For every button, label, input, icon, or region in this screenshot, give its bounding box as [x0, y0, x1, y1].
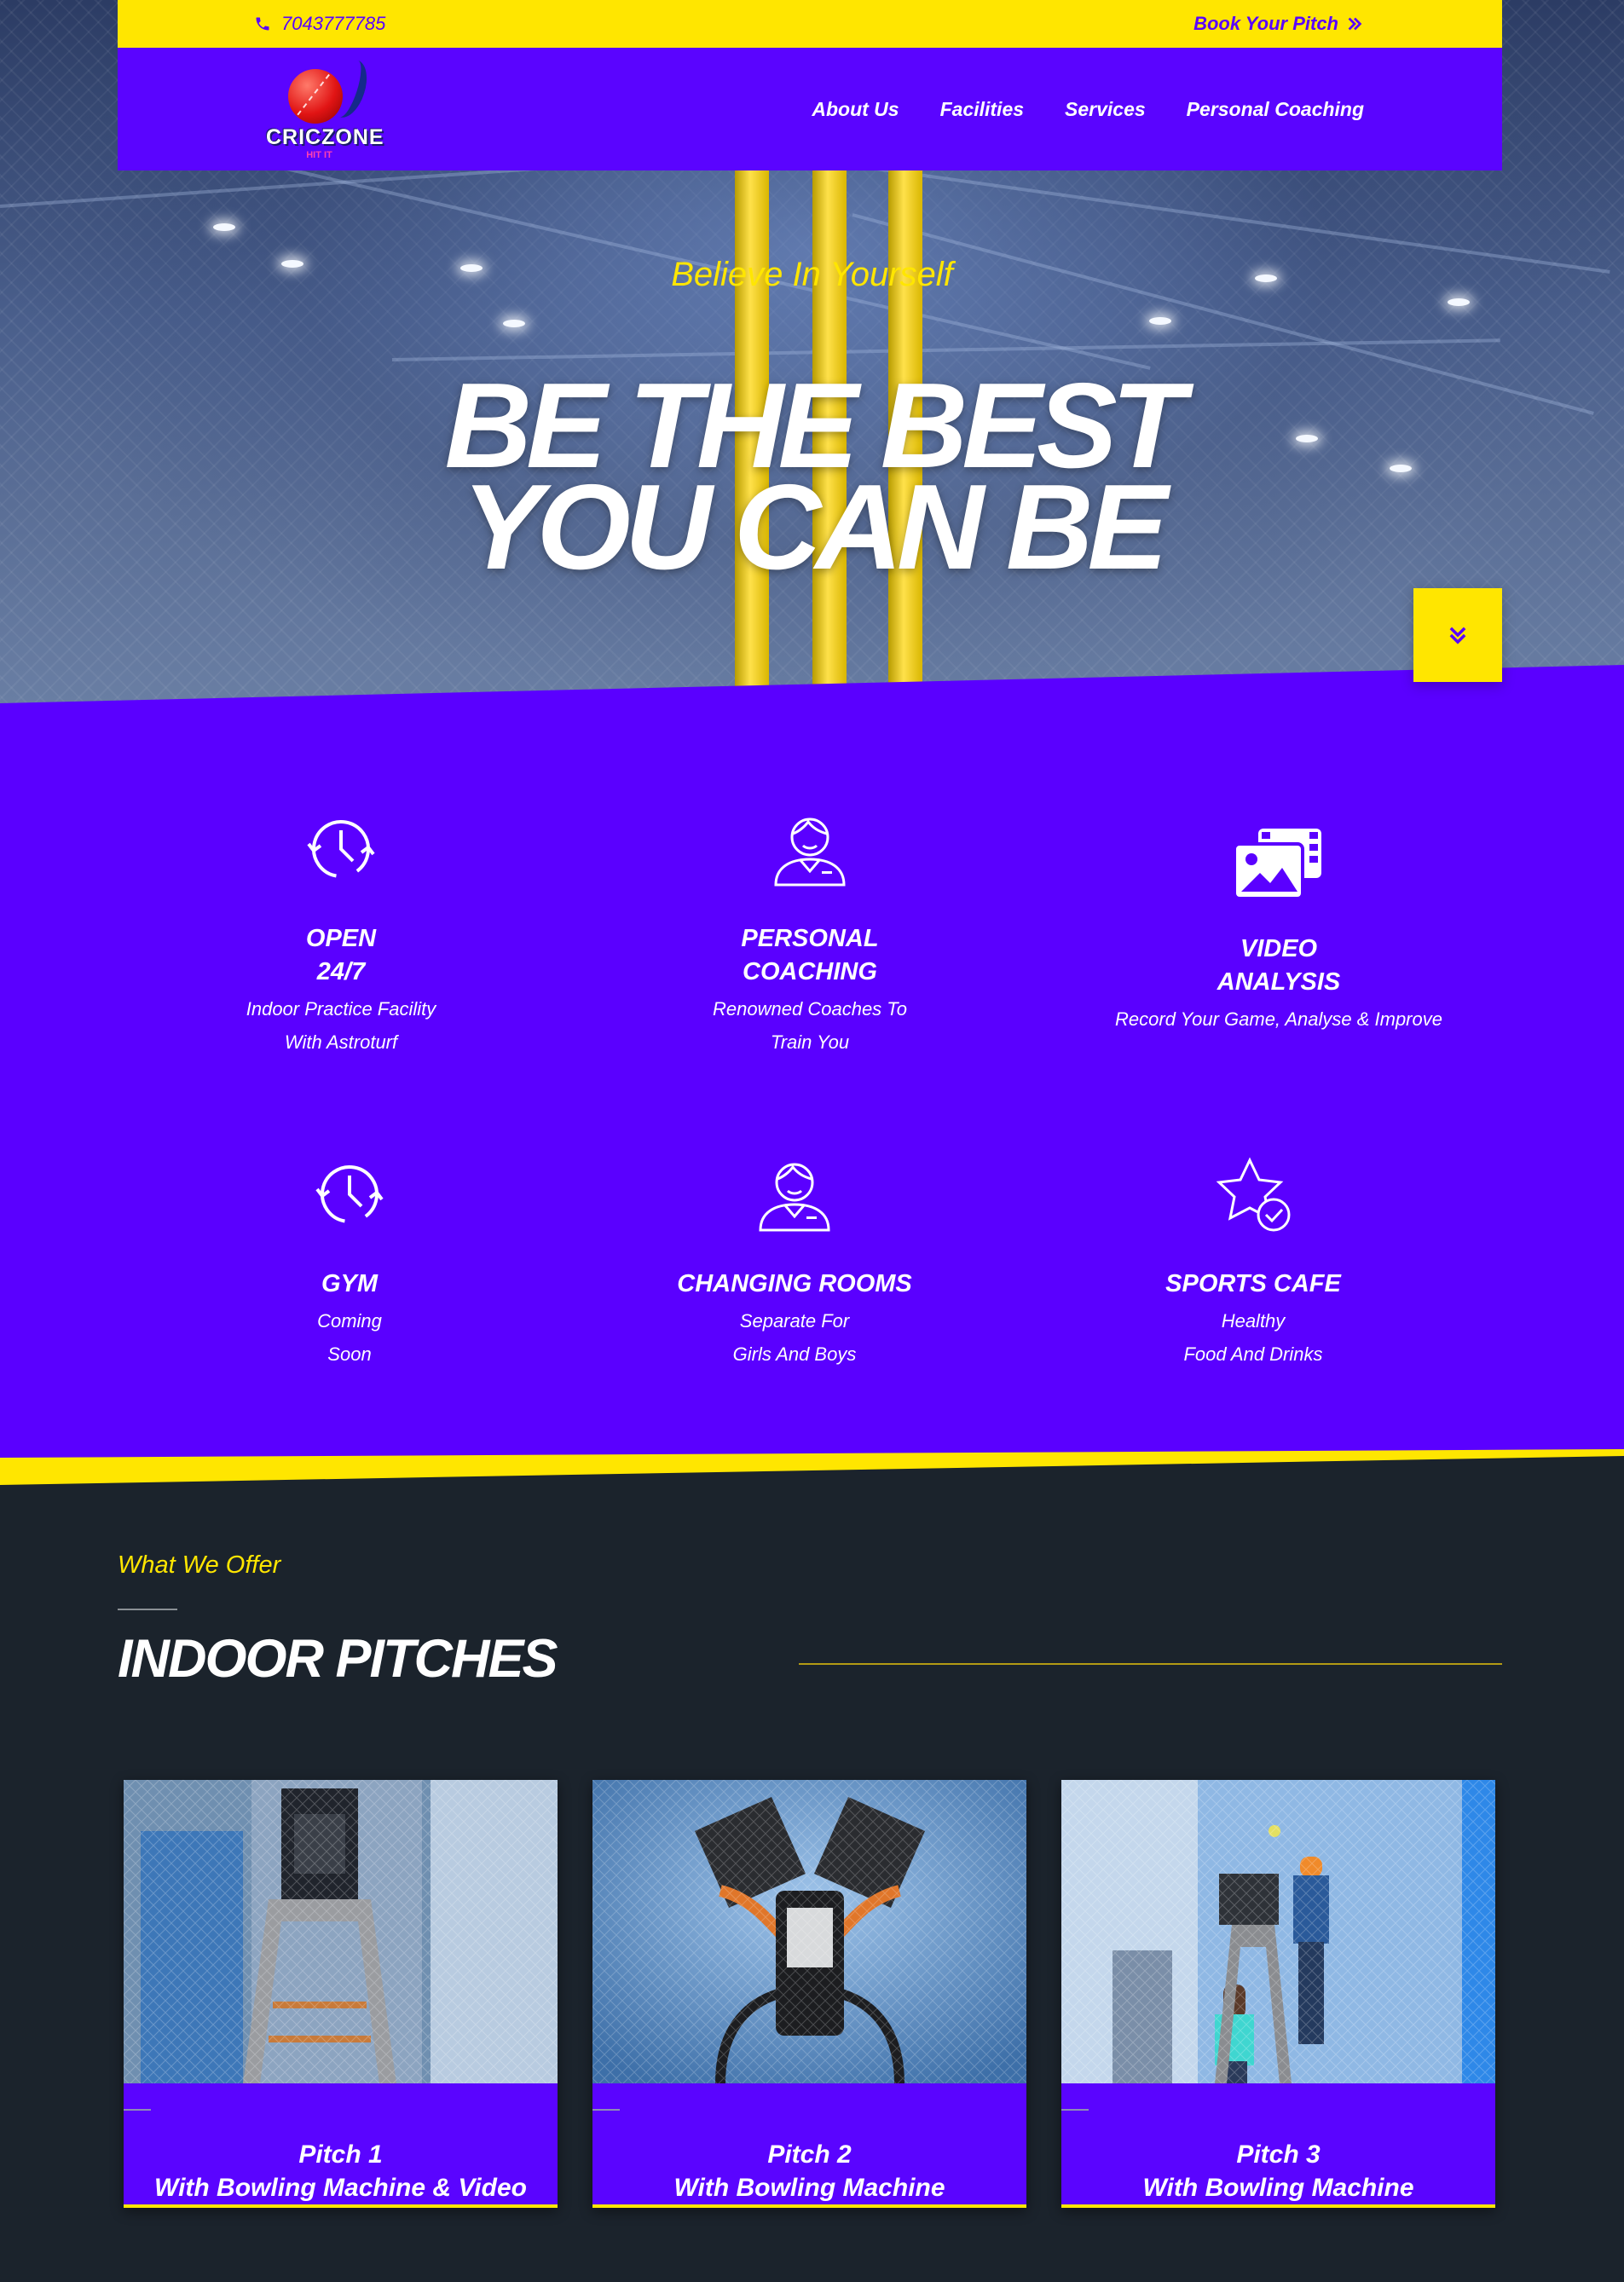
offer-title: INDOOR PITCHES [118, 1629, 558, 1689]
star-check-icon [1216, 1157, 1291, 1232]
phone-icon [256, 17, 269, 31]
hero-headline: BE THE BEST YOU CAN BE [0, 365, 1624, 596]
card-accent-bar [592, 2204, 1026, 2208]
main-navbar: CRICZONE HIT IT About Us Facilities Serv… [118, 48, 1502, 170]
book-pitch-link[interactable]: Book Your Pitch [1193, 13, 1364, 35]
nav-item-services[interactable]: Services [1065, 98, 1146, 121]
feature-description: Separate For Girls And Boys [732, 1310, 857, 1365]
feature-description: Indoor Practice Facility With Astroturf [246, 998, 436, 1053]
video-gallery-icon [1233, 829, 1321, 900]
nav-item-facilities[interactable]: Facilities [940, 98, 1024, 121]
card-accent-bar [124, 2204, 558, 2208]
feature-description: Healthy Food And Drinks [1183, 1310, 1323, 1365]
double-chevron-down-icon [1449, 627, 1466, 644]
coach-icon [774, 817, 846, 887]
feature-title: CHANGING ROOMS [677, 1270, 912, 1297]
offer-kicker-rule [118, 1609, 177, 1610]
pitch-card-2[interactable]: Pitch 2 With Bowling Machine [592, 1780, 1026, 2208]
feature-title: PERSONAL COACHING [741, 925, 879, 985]
feature-description: Renowned Coaches To Train You [713, 998, 907, 1053]
feature-open-24-7: OPEN 24/7 Indoor Practice Facility With … [162, 810, 520, 1059]
book-pitch-label: Book Your Pitch [1193, 13, 1338, 34]
feature-description: Coming Soon [317, 1310, 382, 1365]
feature-gym: GYM Coming Soon [170, 1155, 529, 1371]
feature-title: SPORTS CAFE [1165, 1270, 1341, 1297]
card-dash [592, 2109, 620, 2111]
pitch-card-title: Pitch 3 With Bowling Machine [1142, 2140, 1414, 2202]
top-bar: 7043777785 Book Your Pitch [118, 0, 1502, 48]
nav-menu: About Us Facilities Services Personal Co… [812, 98, 1364, 121]
phone-link[interactable]: 7043777785 [254, 13, 385, 35]
card-accent-bar [1061, 2204, 1495, 2208]
pitch-card-title: Pitch 1 With Bowling Machine & Video [154, 2140, 527, 2202]
double-chevron-right-icon [1348, 17, 1362, 31]
feature-changing-rooms: CHANGING ROOMS Separate For Girls And Bo… [616, 1155, 974, 1371]
feature-sports-cafe: SPORTS CAFE Healthy Food And Drinks [1074, 1155, 1432, 1371]
phone-number: 7043777785 [281, 13, 386, 34]
offer-title-line [799, 1663, 1502, 1665]
person-icon [759, 1163, 830, 1232]
offer-kicker: What We Offer [118, 1551, 281, 1579]
feature-video-analysis: VIDEO ANALYSIS Record Your Game, Analyse… [1100, 825, 1458, 1036]
feature-personal-coaching: PERSONAL COACHING Renowned Coaches To Tr… [631, 810, 989, 1059]
card-dash [1061, 2109, 1089, 2111]
scroll-down-button[interactable] [1413, 588, 1502, 682]
feature-description: Record Your Game, Analyse & Improve [1115, 1008, 1442, 1030]
criczone-logo[interactable]: CRICZONE HIT IT [266, 54, 384, 165]
pitch-3-photo [1061, 1780, 1495, 2083]
logo-tagline: HIT IT [306, 150, 332, 160]
pitch-card-1[interactable]: Pitch 1 With Bowling Machine & Video [124, 1780, 558, 2208]
clock-refresh-icon [307, 820, 375, 878]
pitch-card-title: Pitch 2 With Bowling Machine [673, 2140, 945, 2202]
logo-name: CRICZONE [266, 125, 384, 149]
nav-item-personal-coaching[interactable]: Personal Coaching [1187, 98, 1364, 121]
hero-tagline: Believe In Yourself [671, 256, 953, 293]
feature-title: VIDEO ANALYSIS [1217, 935, 1341, 996]
feature-title: OPEN 24/7 [305, 925, 377, 985]
clock-refresh-icon [315, 1165, 384, 1223]
feature-title: GYM [321, 1270, 379, 1297]
pitch-2-photo [592, 1780, 1026, 2083]
pitch-card-3[interactable]: Pitch 3 With Bowling Machine [1061, 1780, 1495, 2208]
hero-headline-line2: YOU CAN BE [461, 459, 1169, 596]
nav-item-about-us[interactable]: About Us [812, 98, 899, 121]
pitch-1-photo [124, 1780, 558, 2083]
card-dash [124, 2109, 151, 2111]
